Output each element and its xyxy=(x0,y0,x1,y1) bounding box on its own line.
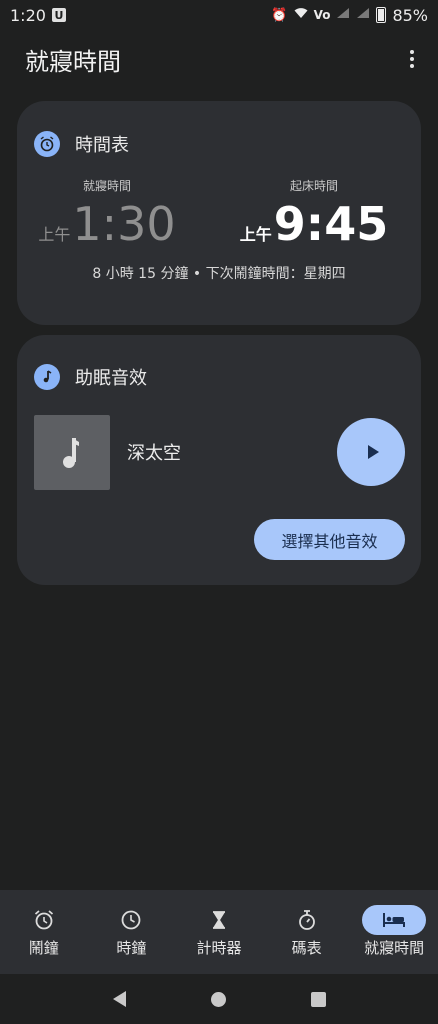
nav-label-timer: 計時器 xyxy=(196,939,242,957)
status-bar: 1:20 U ⏰ Vo 85% xyxy=(0,0,438,30)
signal-icon xyxy=(336,7,350,23)
alarm-icon xyxy=(34,910,53,930)
alarm-status-icon: ⏰ xyxy=(271,7,288,23)
nav-item-timer[interactable]: 計時器 xyxy=(175,890,263,974)
schedule-card[interactable]: 時間表 就寢時間 上午 1:30 起床時間 上午 9:45 8 小時 15 分鐘… xyxy=(17,101,421,325)
home-icon[interactable] xyxy=(210,991,226,1007)
battery-percent: 85% xyxy=(392,5,428,25)
bedtime-label: 就寢時間 xyxy=(82,179,131,193)
back-icon[interactable] xyxy=(112,991,126,1007)
volte-indicator: Vo xyxy=(313,8,331,22)
nav-label-bedtime: 就寢時間 xyxy=(364,939,425,957)
schedule-header: 時間表 xyxy=(34,131,129,157)
battery-icon xyxy=(376,7,387,23)
nav-item-bedtime[interactable]: 就寢時間 xyxy=(350,890,438,974)
system-navigation-bar xyxy=(0,974,438,1024)
music-note-icon xyxy=(34,364,60,390)
status-time: 1:20 xyxy=(10,5,46,25)
sleep-summary: 8 小時 15 分鐘 • 下次鬧鐘時間：星期四 xyxy=(92,266,346,282)
alarm-clock-icon xyxy=(34,131,60,157)
app-header: 就寢時間 xyxy=(0,30,438,88)
nav-item-stopwatch[interactable]: 碼表 xyxy=(263,890,351,974)
schedule-title: 時間表 xyxy=(75,135,129,156)
bedtime-block[interactable]: 就寢時間 上午 1:30 xyxy=(17,177,197,250)
signal-icon-2 xyxy=(356,7,370,23)
bed-icon xyxy=(383,913,406,927)
sleep-sounds-card: 助眠音效 深太空 選擇其他音效 xyxy=(17,335,421,585)
play-button[interactable] xyxy=(337,418,405,486)
sleep-sounds-header: 助眠音效 xyxy=(34,364,147,390)
app-notification-icon: U xyxy=(51,8,66,22)
sleep-sounds-title: 助眠音效 xyxy=(75,368,147,389)
play-icon xyxy=(367,445,379,459)
nav-item-clock[interactable]: 時鐘 xyxy=(88,890,176,974)
choose-sound-button[interactable]: 選擇其他音效 xyxy=(254,519,405,560)
nav-item-alarm[interactable]: 鬧鐘 xyxy=(0,890,88,974)
wake-label: 起床時間 xyxy=(289,179,338,193)
album-art-icon xyxy=(34,415,110,490)
wake-ampm: 上午 xyxy=(239,225,272,244)
hourglass-icon xyxy=(212,911,225,929)
more-options-icon[interactable] xyxy=(400,47,424,71)
recents-icon[interactable] xyxy=(310,991,326,1007)
sound-track-name: 深太空 xyxy=(127,443,181,464)
bedtime-time: 1:30 xyxy=(72,197,176,251)
wake-block[interactable]: 起床時間 上午 9:45 xyxy=(224,177,404,250)
nav-label-stopwatch: 碼表 xyxy=(291,939,322,957)
page-title: 就寢時間 xyxy=(25,47,121,76)
clock-icon xyxy=(121,910,141,930)
bottom-navigation: 鬧鐘 時鐘 計時器 碼表 就寢時間 xyxy=(0,890,438,974)
bedtime-ampm: 上午 xyxy=(38,225,71,244)
nav-label-alarm: 鬧鐘 xyxy=(28,939,59,957)
wake-time: 9:45 xyxy=(273,197,389,251)
stopwatch-icon xyxy=(298,910,315,930)
wifi-icon xyxy=(294,7,308,23)
nav-label-clock: 時鐘 xyxy=(116,939,147,957)
